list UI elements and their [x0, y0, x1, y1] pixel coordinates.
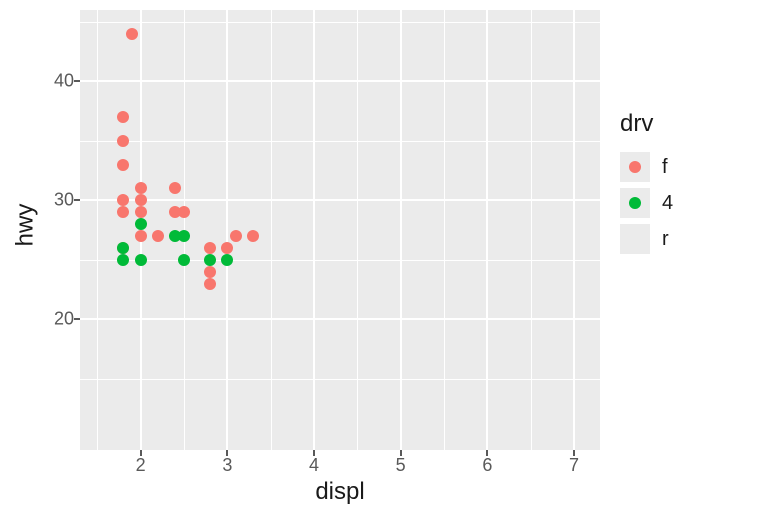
grid-v-major	[573, 10, 575, 450]
data-point	[178, 230, 190, 242]
legend-title: drv	[620, 110, 760, 138]
grid-h-minor	[80, 141, 600, 142]
legend: drv f 4 r	[620, 110, 760, 260]
data-point	[204, 266, 216, 278]
x-tick-label: 4	[309, 455, 319, 476]
data-point	[135, 194, 147, 206]
legend-swatch-icon	[629, 197, 641, 209]
data-point	[178, 254, 190, 266]
legend-key	[620, 188, 650, 218]
data-point	[117, 135, 129, 147]
x-tick-mark	[400, 450, 402, 456]
data-point	[117, 159, 129, 171]
data-point	[117, 242, 129, 254]
x-tick-mark	[226, 450, 228, 456]
grid-h-minor	[80, 22, 600, 23]
data-point	[117, 206, 129, 218]
x-tick-mark	[486, 450, 488, 456]
data-point	[117, 254, 129, 266]
y-tick-mark	[74, 80, 80, 82]
grid-v-minor	[531, 10, 532, 450]
x-tick-label: 5	[396, 455, 406, 476]
grid-h-major	[80, 318, 600, 320]
data-point	[135, 218, 147, 230]
y-tick-label: 40	[14, 71, 74, 92]
scatter-figure: hwy displ drv f 4 r	[0, 0, 768, 512]
data-point	[204, 278, 216, 290]
legend-key	[620, 224, 650, 254]
data-point	[221, 242, 233, 254]
data-point	[169, 182, 181, 194]
legend-label: f	[662, 156, 668, 179]
data-point	[126, 28, 138, 40]
x-tick-mark	[573, 450, 575, 456]
x-axis-title-text: displ	[315, 478, 364, 505]
plot-panel	[80, 10, 600, 450]
x-tick-label: 7	[569, 455, 579, 476]
grid-v-minor	[444, 10, 445, 450]
grid-v-minor	[357, 10, 358, 450]
x-tick-mark	[140, 450, 142, 456]
y-axis-title: hwy	[10, 0, 40, 450]
y-tick-mark	[74, 199, 80, 201]
data-point	[135, 182, 147, 194]
legend-label: r	[662, 228, 669, 251]
legend-key	[620, 152, 650, 182]
legend-item-r: r	[620, 224, 760, 254]
x-tick-label: 2	[136, 455, 146, 476]
grid-v-major	[313, 10, 315, 450]
grid-h-major	[80, 80, 600, 82]
data-point	[117, 194, 129, 206]
grid-h-minor	[80, 260, 600, 261]
grid-v-minor	[271, 10, 272, 450]
grid-v-major	[400, 10, 402, 450]
data-point	[204, 242, 216, 254]
data-point	[221, 254, 233, 266]
data-point	[230, 230, 242, 242]
legend-swatch-icon	[629, 161, 641, 173]
grid-h-major	[80, 199, 600, 201]
data-point	[178, 206, 190, 218]
y-tick-label: 30	[14, 190, 74, 211]
legend-item-f: f	[620, 152, 760, 182]
x-tick-label: 3	[222, 455, 232, 476]
data-point	[117, 111, 129, 123]
data-point	[247, 230, 259, 242]
data-point	[135, 230, 147, 242]
grid-h-minor	[80, 379, 600, 380]
x-axis-title: displ	[80, 478, 600, 506]
x-tick-mark	[313, 450, 315, 456]
data-point	[135, 206, 147, 218]
data-point	[152, 230, 164, 242]
legend-item-4: 4	[620, 188, 760, 218]
data-point	[204, 254, 216, 266]
data-point	[135, 254, 147, 266]
y-tick-mark	[74, 318, 80, 320]
legend-label: 4	[662, 192, 673, 215]
grid-v-minor	[97, 10, 98, 450]
y-tick-label: 20	[14, 309, 74, 330]
grid-v-major	[226, 10, 228, 450]
x-tick-label: 6	[482, 455, 492, 476]
grid-v-major	[486, 10, 488, 450]
